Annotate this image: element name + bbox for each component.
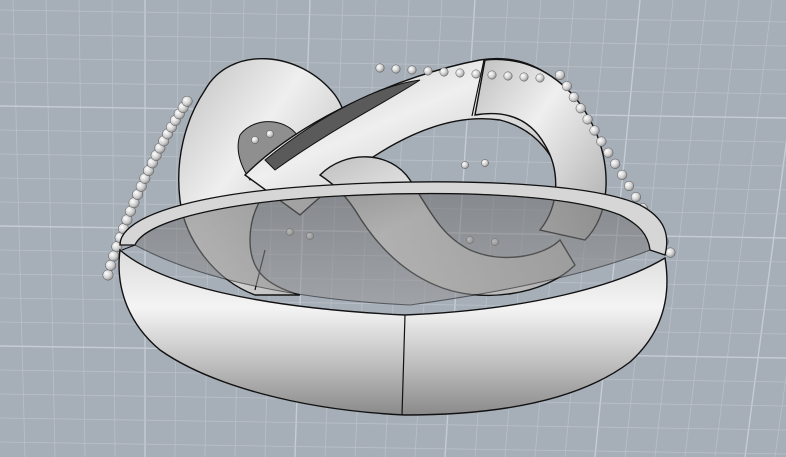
bead — [535, 73, 545, 83]
bead — [596, 136, 607, 147]
bead — [519, 72, 529, 82]
viewport-canvas[interactable] — [0, 0, 786, 457]
bead — [105, 259, 117, 271]
bead — [554, 69, 566, 81]
bead — [665, 247, 676, 258]
bead — [603, 147, 614, 158]
bead — [108, 250, 120, 262]
bead — [617, 169, 628, 180]
rhino-viewport[interactable] — [0, 0, 786, 457]
bead — [391, 64, 401, 74]
bead — [407, 65, 417, 75]
bead — [623, 180, 635, 192]
bead — [423, 66, 433, 76]
bead — [487, 70, 497, 80]
bead — [455, 68, 465, 78]
bead — [471, 69, 481, 79]
bead — [589, 125, 600, 136]
bead — [102, 269, 114, 281]
bead — [503, 71, 513, 81]
bead — [439, 67, 449, 77]
bead — [561, 81, 572, 92]
bead — [575, 103, 586, 114]
bead — [582, 114, 593, 125]
bead — [610, 158, 621, 169]
bead — [481, 159, 489, 167]
bead — [266, 130, 274, 138]
bead — [630, 192, 641, 203]
bead — [251, 136, 259, 144]
bead — [181, 95, 193, 107]
bead — [568, 92, 579, 103]
bead — [461, 161, 469, 169]
bead — [375, 63, 385, 73]
